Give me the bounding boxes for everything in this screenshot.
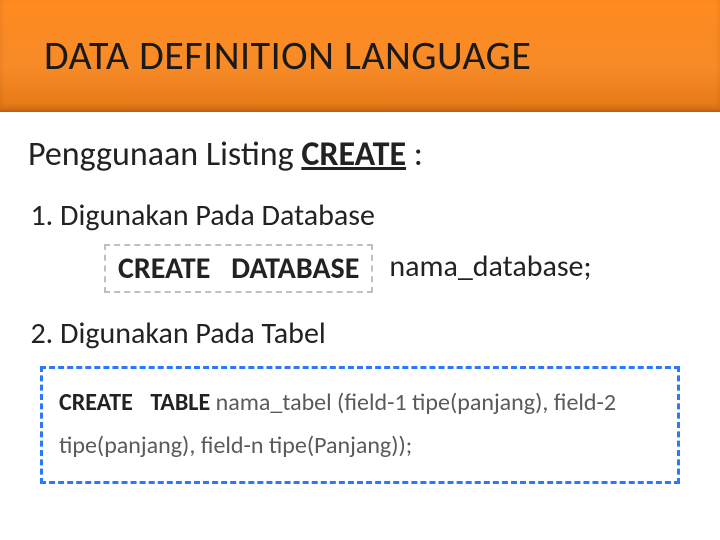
title-band: DATA DEFINITION LANGUAGE <box>0 0 720 112</box>
content-area: Penggunaan Listing CREATE : Digunakan Pa… <box>0 112 720 484</box>
numbered-list: Digunakan Pada Database CREATE DATABASE … <box>28 197 692 352</box>
list-item: Digunakan Pada Database CREATE DATABASE … <box>60 197 692 293</box>
item-label: Digunakan Pada Tabel <box>60 315 326 352</box>
syntax-table-block: CREATE TABLE nama_tabel (field-1 tipe(pa… <box>40 366 680 484</box>
syntax-keyword-box: CREATE DATABASE <box>104 244 373 293</box>
syntax-argument: nama_database; <box>373 244 607 293</box>
item-label: Digunakan Pada Database <box>60 197 375 234</box>
slide-title: DATA DEFINITION LANGUAGE <box>44 31 531 80</box>
subtitle-suffix: : <box>406 134 423 175</box>
list-item: Digunakan Pada Tabel <box>60 315 692 352</box>
syntax-database: CREATE DATABASE nama_database; <box>104 244 692 293</box>
syntax-keyword: CREATE TABLE <box>59 388 210 417</box>
subtitle-keyword: CREATE <box>301 134 406 175</box>
subtitle-prefix: Penggunaan Listing <box>28 134 301 175</box>
subtitle: Penggunaan Listing CREATE : <box>28 134 692 175</box>
